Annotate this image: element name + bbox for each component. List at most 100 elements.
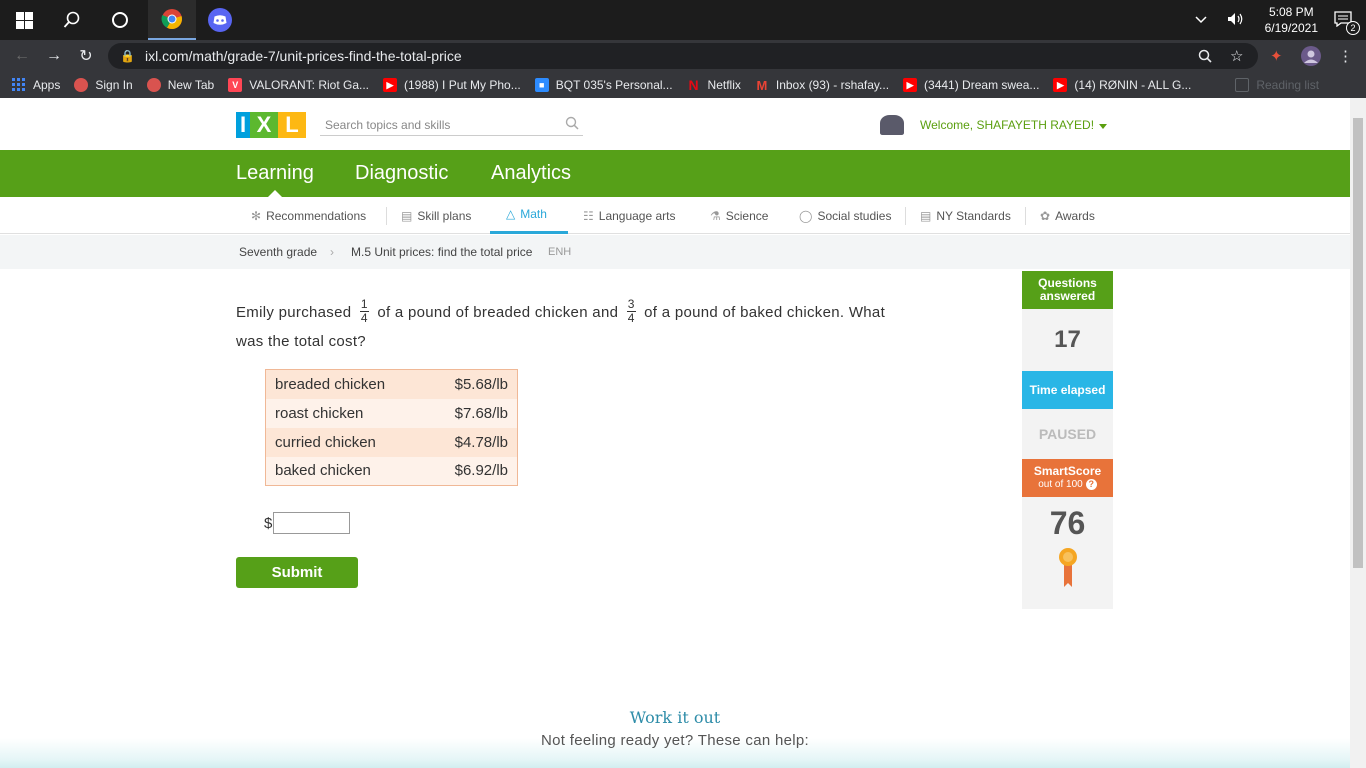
profile-avatar-icon[interactable]: [1300, 40, 1324, 72]
smartscore-value: 76: [1049, 505, 1086, 541]
smartscore-header: SmartScore out of 100 ?: [1022, 459, 1113, 497]
forward-arrow-icon[interactable]: →: [38, 40, 70, 72]
subject-nav: ✻ Recommendations ▤ Skill plans △ Math ☷ Lan…: [0, 197, 1350, 234]
time-elapsed-value[interactable]: PAUSED: [1022, 409, 1113, 459]
bookmark-item[interactable]: N Netflix: [687, 77, 740, 93]
subnav-awards[interactable]: ✿ Awards: [1040, 197, 1095, 234]
bookmark-item[interactable]: New Tab: [146, 78, 215, 92]
subnav-math[interactable]: △ Math: [490, 197, 568, 234]
subnav-label: Skill plans: [417, 208, 472, 223]
smartscore-sublabel-row: out of 100 ?: [1022, 478, 1113, 491]
extensions-puzzle-icon[interactable]: ✦: [1270, 40, 1290, 72]
subnav-skill-plans[interactable]: ▤ Skill plans: [401, 197, 471, 234]
item-name: roast chicken: [275, 404, 364, 422]
chevron-up-icon[interactable]: [1185, 13, 1217, 27]
back-arrow-icon[interactable]: ←: [6, 40, 38, 72]
help-icon[interactable]: ?: [1085, 479, 1097, 490]
subnav-science[interactable]: ⚗ Science: [710, 197, 768, 234]
reload-icon[interactable]: ↻: [70, 40, 102, 72]
subnav-label: Math: [520, 207, 547, 221]
bookmark-item[interactable]: ▶ (1988) I Put My Pho...: [383, 78, 521, 92]
scrollbar-thumb[interactable]: [1353, 118, 1363, 568]
search-icon[interactable]: [48, 0, 96, 40]
address-bar[interactable]: 🔒 ixl.com/math/grade-7/unit-prices-find-…: [108, 43, 1258, 69]
table-row: roast chicken $7.68/lb: [265, 398, 518, 428]
reading-list-label: Reading list: [1256, 78, 1320, 92]
lock-icon[interactable]: 🔒: [120, 49, 135, 63]
question-text: Emily purchased 14 of a pound of breaded…: [236, 296, 916, 356]
cortana-icon[interactable]: [96, 0, 144, 40]
work-it-out-subtitle: Not feeling ready yet? These can help:: [541, 732, 809, 749]
subnav-language-arts[interactable]: ☷ Language arts: [583, 197, 676, 234]
subnav-recommendations[interactable]: ✻ Recommendations: [251, 197, 366, 234]
reading-list[interactable]: Reading list: [1235, 78, 1319, 92]
fraction-numerator: 3: [626, 296, 636, 312]
item-name: curried chicken: [275, 433, 376, 451]
fraction-numerator: 1: [359, 296, 369, 312]
submit-button[interactable]: Submit: [236, 557, 358, 588]
bookmark-label: Apps: [33, 78, 61, 92]
bookmark-item[interactable]: ▶ (14) RØNIN - ALL G...: [1053, 78, 1191, 92]
bookmark-star-icon[interactable]: ☆: [1230, 40, 1250, 72]
divider: [905, 207, 906, 225]
fraction: 34: [626, 296, 636, 325]
tab-learning[interactable]: Learning: [236, 150, 314, 197]
bookmark-item[interactable]: ■ BQT 035's Personal...: [534, 78, 673, 92]
url-text: ixl.com/math/grade-7/unit-prices-find-th…: [144, 48, 462, 64]
stats-sidebar: Questions answered 17 Time elapsed PAUSE…: [1022, 271, 1113, 609]
bookmark-item[interactable]: M Inbox (93) - rshafay...: [755, 77, 889, 93]
subnav-label: Recommendations: [266, 208, 367, 223]
subnav-label: Awards: [1055, 208, 1095, 223]
bookmark-label: New Tab: [167, 78, 215, 92]
price-table: breaded chicken $5.68/lb roast chicken $7.…: [265, 369, 518, 486]
chrome-icon[interactable]: [148, 0, 196, 40]
divider: [386, 207, 387, 225]
bookmark-label: (3441) Dream swea...: [924, 78, 1040, 92]
reading-list-icon: [1235, 78, 1250, 92]
signin-icon: [74, 78, 89, 92]
answer-row: $: [264, 512, 351, 534]
bookmark-label: VALORANT: Riot Ga...: [249, 78, 370, 92]
avatar: [880, 115, 904, 135]
subnav-ny-standards[interactable]: ▤ NY Standards: [920, 197, 1011, 234]
fraction-denominator: 4: [360, 310, 368, 325]
welcome-text: Welcome, SHAFAYETH RAYED!: [920, 118, 1095, 132]
system-tray: 5:08 PM 6/19/2021 2: [1185, 0, 1366, 40]
chrome-menu-icon[interactable]: ⋮: [1338, 40, 1354, 72]
search-icon[interactable]: [565, 114, 579, 136]
discord-icon[interactable]: [196, 0, 244, 40]
math-icon: △: [506, 207, 516, 221]
answer-input[interactable]: [273, 512, 351, 534]
volume-icon[interactable]: [1217, 12, 1255, 29]
user-menu[interactable]: Welcome, SHAFAYETH RAYED!: [880, 114, 1108, 136]
bookmarks-bar: Apps Sign In New Tab V VALORANT: Riot Ga.…: [0, 72, 1366, 98]
book-icon: ☷: [583, 208, 594, 223]
table-row: breaded chicken $5.68/lb: [265, 369, 518, 399]
globe-icon: ◯: [799, 208, 813, 223]
ixl-logo[interactable]: I X L: [236, 112, 306, 138]
tab-analytics[interactable]: Analytics: [491, 150, 571, 197]
breadcrumb-grade[interactable]: Seventh grade: [239, 245, 317, 259]
bookmark-item[interactable]: V VALORANT: Riot Ga...: [228, 78, 369, 92]
zoom-icon[interactable]: [1198, 40, 1218, 72]
science-icon: ⚗: [710, 208, 721, 223]
search-input[interactable]: Search topics and skills: [320, 114, 583, 136]
item-price: $6.92/lb: [454, 462, 508, 480]
tab-diagnostic[interactable]: Diagnostic: [355, 150, 448, 197]
gmail-icon: M: [756, 77, 768, 93]
notification-center-icon[interactable]: 2: [1328, 10, 1366, 35]
page-scrollbar[interactable]: [1350, 98, 1366, 768]
windows-start-icon[interactable]: [0, 0, 48, 40]
subnav-label: Science: [725, 208, 769, 223]
bookmark-item[interactable]: ▶ (3441) Dream swea...: [903, 78, 1039, 92]
question-part: Emily purchased: [236, 304, 352, 321]
bookmark-item[interactable]: Apps: [12, 78, 60, 92]
main-nav: Learning Diagnostic Analytics: [0, 150, 1350, 197]
apps-grid-icon: [12, 78, 26, 92]
subnav-social-studies[interactable]: ◯ Social studies: [799, 197, 891, 234]
bookmark-label: (1988) I Put My Pho...: [404, 78, 521, 92]
system-clock[interactable]: 5:08 PM 6/19/2021: [1255, 4, 1328, 36]
subnav-label: NY Standards: [936, 208, 1011, 223]
bookmark-item[interactable]: Sign In: [74, 78, 133, 92]
newtab-icon: [146, 78, 161, 92]
